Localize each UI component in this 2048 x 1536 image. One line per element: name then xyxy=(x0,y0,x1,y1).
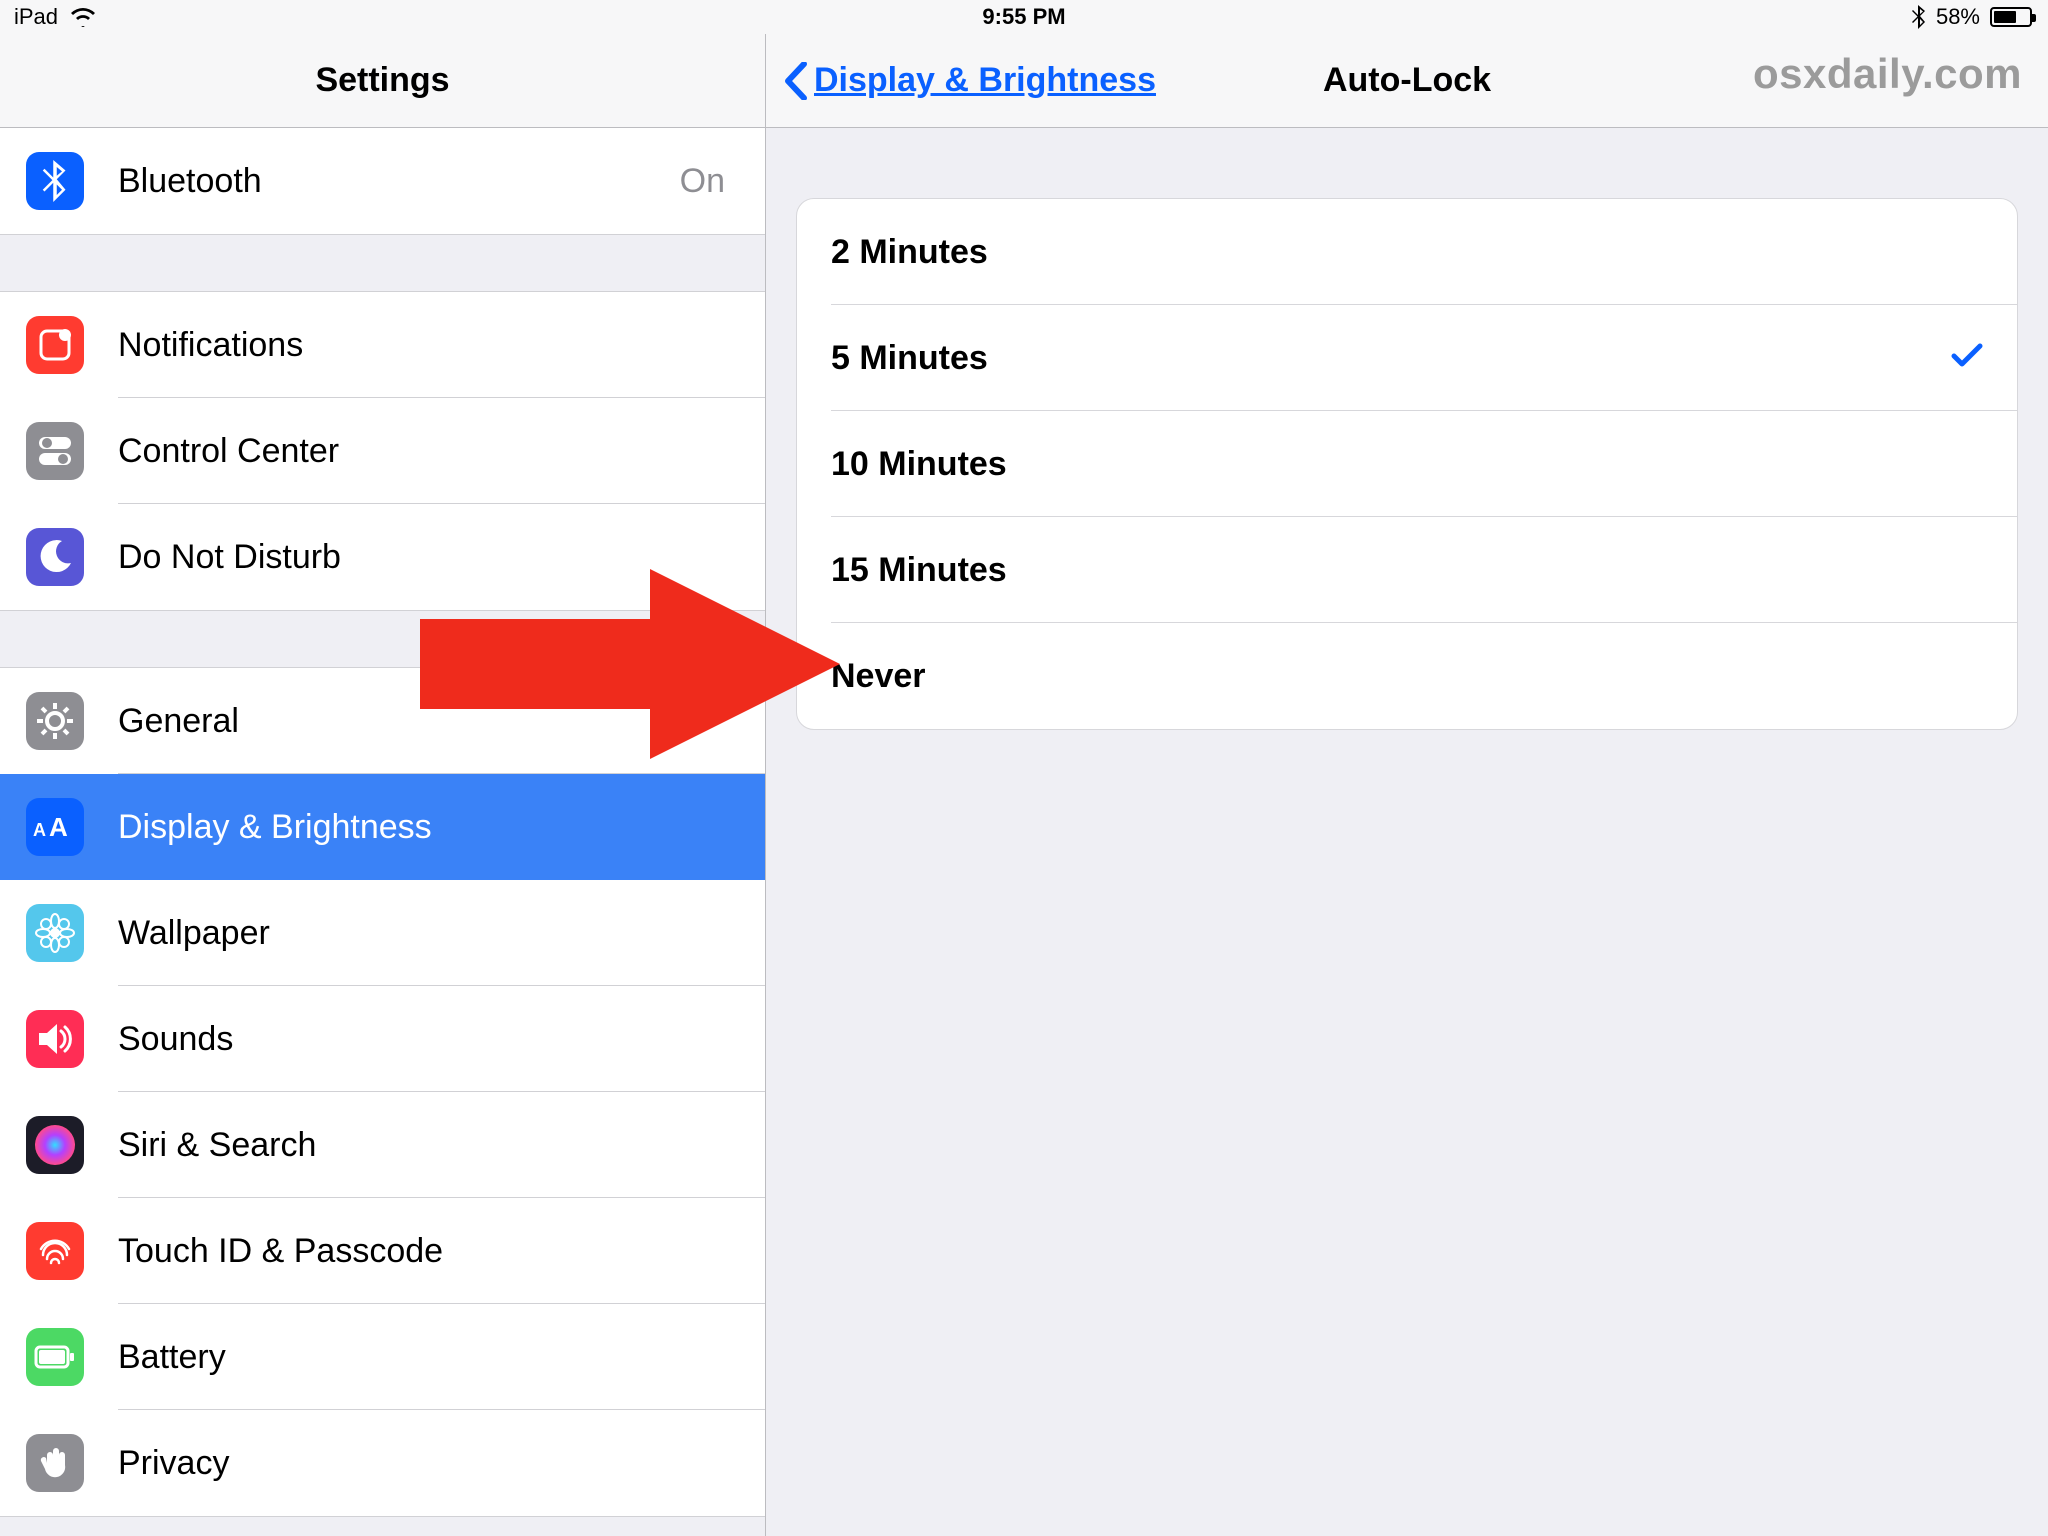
detail-pane: Display & Brightness Auto-Lock osxdaily.… xyxy=(766,34,2048,1536)
sidebar-item-battery[interactable]: Battery xyxy=(0,1304,765,1410)
sidebar-item-bluetooth[interactable]: Bluetooth On xyxy=(0,128,765,234)
notifications-icon xyxy=(26,316,84,374)
autolock-option[interactable]: 5 Minutes xyxy=(797,305,2017,411)
sidebar-item-label: Battery xyxy=(118,1338,226,1377)
status-bar: iPad 9:55 PM 58% xyxy=(0,0,2048,34)
detail-title: Auto-Lock xyxy=(1323,61,1491,100)
option-label: 5 Minutes xyxy=(831,339,988,378)
sidebar-item-notifications[interactable]: Notifications xyxy=(0,292,765,398)
battery-icon xyxy=(1990,7,2032,27)
siri-icon xyxy=(26,1116,84,1174)
aa-icon: AA xyxy=(26,798,84,856)
settings-sidebar: Settings Bluetooth On Notifications Control… xyxy=(0,34,766,1536)
option-label: 2 Minutes xyxy=(831,233,988,272)
sidebar-item-touch-id-passcode[interactable]: Touch ID & Passcode xyxy=(0,1198,765,1304)
sidebar-item-wallpaper[interactable]: Wallpaper xyxy=(0,880,765,986)
option-label: Never xyxy=(831,657,926,696)
autolock-option[interactable]: 2 Minutes xyxy=(797,199,2017,305)
battery-percent: 58% xyxy=(1936,4,1980,30)
option-label: 10 Minutes xyxy=(831,445,1007,484)
bluetooth-icon xyxy=(26,152,84,210)
sidebar-item-label: Bluetooth xyxy=(118,162,262,201)
annotation-arrow-icon xyxy=(420,569,840,759)
sidebar-item-label: Control Center xyxy=(118,432,339,471)
sidebar-item-label: Siri & Search xyxy=(118,1126,316,1165)
sidebar-item-sounds[interactable]: Sounds xyxy=(0,986,765,1092)
back-label: Display & Brightness xyxy=(814,61,1156,100)
clock: 9:55 PM xyxy=(982,4,1065,30)
settings-header: Settings xyxy=(0,34,765,128)
gear-icon xyxy=(26,692,84,750)
flower-icon xyxy=(26,904,84,962)
watermark: osxdaily.com xyxy=(1753,50,2022,98)
fingerprint-icon xyxy=(26,1222,84,1280)
autolock-option[interactable]: Never xyxy=(797,623,2017,729)
sidebar-item-label: General xyxy=(118,702,239,741)
device-label: iPad xyxy=(14,4,58,30)
bluetooth-icon xyxy=(1912,5,1926,29)
svg-text:A: A xyxy=(49,812,68,842)
sidebar-item-label: Wallpaper xyxy=(118,914,270,953)
speaker-icon xyxy=(26,1010,84,1068)
settings-title: Settings xyxy=(315,61,449,100)
option-label: 15 Minutes xyxy=(831,551,1007,590)
sidebar-item-display-brightness[interactable]: AA Display & Brightness xyxy=(0,774,765,880)
sidebar-item-label: Notifications xyxy=(118,326,303,365)
hand-icon xyxy=(26,1434,84,1492)
autolock-option[interactable]: 10 Minutes xyxy=(797,411,2017,517)
checkmark-icon xyxy=(1951,339,1983,378)
autolock-option[interactable]: 15 Minutes xyxy=(797,517,2017,623)
moon-icon xyxy=(26,528,84,586)
sidebar-item-label: Sounds xyxy=(118,1020,233,1059)
sidebar-item-control-center[interactable]: Control Center xyxy=(0,398,765,504)
svg-text:A: A xyxy=(33,820,46,840)
back-button[interactable]: Display & Brightness xyxy=(784,61,1156,100)
battery-icon xyxy=(26,1328,84,1386)
wifi-icon xyxy=(70,7,96,27)
sidebar-item-label: Privacy xyxy=(118,1444,229,1483)
sidebar-item-value: On xyxy=(680,162,725,201)
toggles-icon xyxy=(26,422,84,480)
sidebar-item-label: Do Not Disturb xyxy=(118,538,341,577)
sidebar-item-label: Touch ID & Passcode xyxy=(118,1232,443,1271)
sidebar-item-siri-search[interactable]: Siri & Search xyxy=(0,1092,765,1198)
sidebar-item-label: Display & Brightness xyxy=(118,808,432,847)
autolock-options: 2 Minutes 5 Minutes 10 Minutes 15 Minutes Ne… xyxy=(796,198,2018,730)
sidebar-item-privacy[interactable]: Privacy xyxy=(0,1410,765,1516)
